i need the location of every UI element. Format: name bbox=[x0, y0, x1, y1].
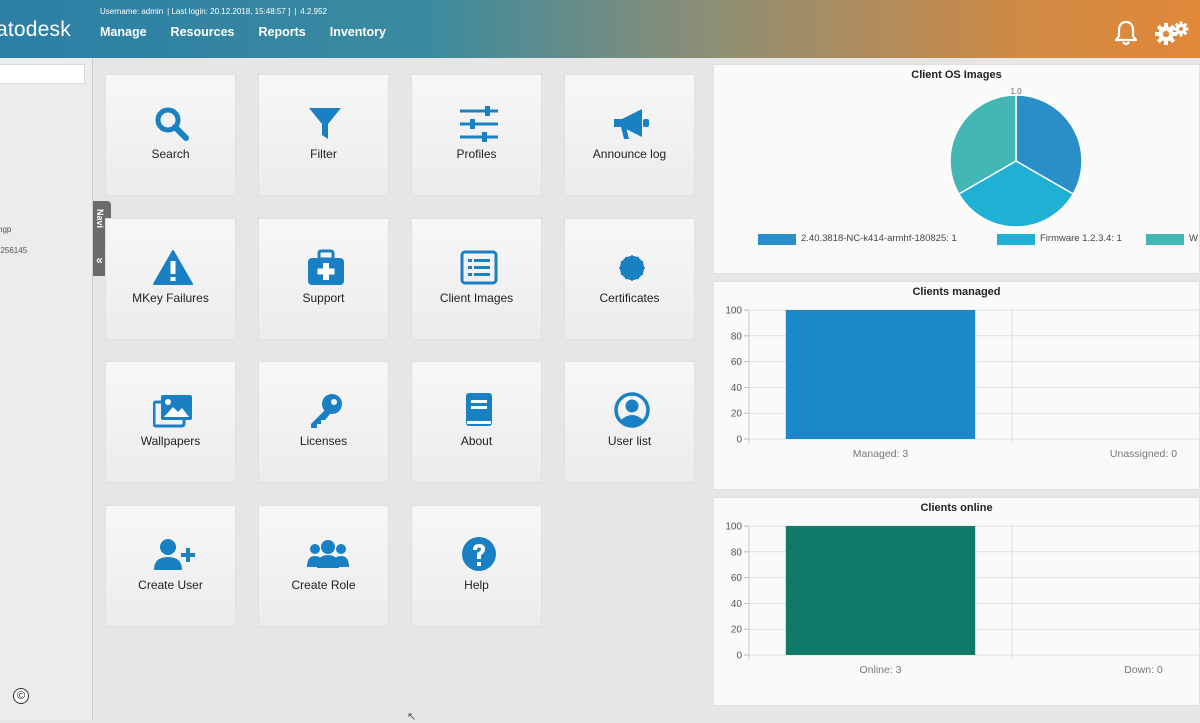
clients-managed-panel: Clients managed 100 80 60 40 20 0 Managed: 3 Un… bbox=[713, 281, 1200, 490]
client-os-images-panel: Client OS Images 1.0 2.40.3818-NC-k414-a… bbox=[713, 64, 1200, 274]
y-tick-label: 0 bbox=[736, 651, 742, 662]
tile-label: About bbox=[460, 434, 493, 448]
legend-swatch bbox=[1146, 234, 1184, 245]
tile-user-list[interactable]: User list bbox=[564, 361, 695, 483]
key-icon bbox=[311, 394, 342, 428]
username-text: Username: admin bbox=[100, 7, 164, 16]
tile-label: Create User bbox=[138, 578, 203, 592]
search-icon bbox=[155, 107, 189, 141]
client-os-images-pie-chart: 1.0 bbox=[949, 87, 1083, 228]
users-icon bbox=[307, 540, 349, 568]
tile-profiles[interactable]: Profiles bbox=[411, 74, 542, 196]
x-tick-label: Online: 3 bbox=[859, 664, 901, 676]
legend-swatch bbox=[758, 234, 796, 245]
tile-label: Create Role bbox=[291, 578, 356, 592]
question-circle-icon bbox=[462, 537, 496, 571]
tile-client-images[interactable]: Client Images bbox=[411, 218, 542, 340]
y-tick-label: 100 bbox=[725, 306, 742, 317]
tile-help[interactable]: Help bbox=[411, 505, 542, 627]
tile-filter[interactable]: Filter bbox=[258, 74, 389, 196]
sliders-icon bbox=[460, 106, 498, 142]
tile-label: Support bbox=[302, 291, 345, 305]
version-text: 4.2.952 bbox=[300, 7, 327, 16]
list-icon bbox=[460, 250, 498, 285]
tile-mkey-failures[interactable]: MKey Failures bbox=[105, 218, 236, 340]
navi-label: Navi bbox=[95, 209, 105, 229]
certificate-icon bbox=[618, 254, 646, 282]
x-tick-label: Down: 0 bbox=[1124, 664, 1163, 676]
pie-axis-label: 1.0 bbox=[1010, 87, 1022, 96]
sidebar: ngp 8256145 © bbox=[0, 58, 93, 720]
tile-announce-log[interactable]: Announce log bbox=[564, 74, 695, 196]
legend-label: W bbox=[1189, 233, 1198, 244]
images-icon bbox=[153, 395, 192, 428]
megaphone-icon bbox=[614, 109, 649, 139]
tile-label: Wallpapers bbox=[140, 434, 201, 448]
y-tick-label: 20 bbox=[731, 625, 743, 636]
bar[interactable] bbox=[785, 310, 976, 439]
copyright-symbol: © bbox=[13, 688, 29, 704]
main-nav: Manage Resources Reports Inventory bbox=[100, 25, 386, 39]
tile-label: Certificates bbox=[599, 291, 660, 305]
mouse-cursor-icon: ↖ bbox=[407, 711, 417, 723]
y-tick-label: 80 bbox=[731, 331, 743, 342]
legend-swatch bbox=[997, 234, 1035, 245]
gears-icon[interactable] bbox=[1154, 20, 1190, 46]
tile-label: Help bbox=[464, 578, 489, 592]
tile-label: Client Images bbox=[439, 291, 514, 305]
sidebar-search-input[interactable] bbox=[0, 64, 85, 84]
clients-managed-bar-chart: 100 80 60 40 20 0 Managed: 3 Unassigned: 0 bbox=[725, 306, 1200, 460]
x-tick-label: Managed: 3 bbox=[853, 448, 909, 460]
user-circle-icon bbox=[614, 392, 650, 428]
tile-about[interactable]: About bbox=[411, 361, 542, 483]
sidebar-text-line: ngp bbox=[0, 225, 12, 234]
tile-licenses[interactable]: Licenses bbox=[258, 361, 389, 483]
filter-icon bbox=[309, 108, 341, 139]
tile-label: Profiles bbox=[456, 147, 497, 161]
clients-online-bar-chart: 100 80 60 40 20 0 Online: 3 Down: 0 bbox=[725, 522, 1200, 676]
clients-online-panel: Clients online 100 80 60 40 20 0 Online: 3 Down… bbox=[713, 497, 1200, 706]
nav-resources[interactable]: Resources bbox=[171, 25, 235, 39]
x-tick-label: Unassigned: 0 bbox=[1110, 448, 1177, 460]
bar[interactable] bbox=[785, 526, 976, 655]
brand-logo[interactable]: atodesk bbox=[0, 18, 71, 42]
nav-reports[interactable]: Reports bbox=[258, 25, 305, 39]
tile-label: Filter bbox=[310, 147, 337, 161]
y-tick-label: 80 bbox=[731, 547, 743, 558]
book-icon bbox=[466, 393, 492, 426]
tile-support[interactable]: Support bbox=[258, 218, 389, 340]
y-tick-label: 20 bbox=[731, 409, 743, 420]
warning-icon bbox=[153, 250, 193, 285]
user-info: Username: admin | Last login: 20.12.2018,… bbox=[100, 7, 331, 16]
nav-manage[interactable]: Manage bbox=[100, 25, 147, 39]
tile-label: Announce log bbox=[592, 147, 667, 161]
top-bar: atodesk Username: admin | Last login: 20.… bbox=[0, 0, 1200, 58]
bell-icon[interactable] bbox=[1114, 20, 1138, 46]
tile-label: User list bbox=[607, 434, 652, 448]
tile-label: Licenses bbox=[299, 434, 348, 448]
tile-create-user[interactable]: Create User bbox=[105, 505, 236, 627]
y-tick-label: 0 bbox=[736, 435, 742, 446]
legend-label: 2.40.3818-NC-k414-armhf-180825: 1 bbox=[801, 233, 957, 244]
last-login-text: | Last login: 20.12.2018, 15:48:57 ] bbox=[167, 7, 291, 16]
info-separator: | bbox=[294, 7, 297, 16]
nav-inventory[interactable]: Inventory bbox=[330, 25, 386, 39]
tile-create-role[interactable]: Create Role bbox=[258, 505, 389, 627]
y-tick-label: 60 bbox=[731, 573, 743, 584]
y-tick-label: 60 bbox=[731, 357, 743, 368]
y-tick-label: 100 bbox=[725, 522, 742, 533]
y-tick-label: 40 bbox=[731, 383, 743, 394]
tile-wallpapers[interactable]: Wallpapers bbox=[105, 361, 236, 483]
user-plus-icon bbox=[154, 539, 195, 570]
first-aid-kit-icon bbox=[308, 249, 344, 285]
tile-search[interactable]: Search bbox=[105, 74, 236, 196]
tile-label: Search bbox=[151, 147, 190, 161]
y-tick-label: 40 bbox=[731, 599, 743, 610]
tile-certificates[interactable]: Certificates bbox=[564, 218, 695, 340]
pie-legend: 2.40.3818-NC-k414-armhf-180825: 1 Firmwa… bbox=[714, 233, 1200, 247]
legend-label: Firmware 1.2.3.4: 1 bbox=[1040, 233, 1122, 244]
tile-label: MKey Failures bbox=[132, 291, 209, 305]
sidebar-text-line: 8256145 bbox=[0, 246, 28, 255]
collapse-chevron-icon: « bbox=[96, 253, 103, 267]
